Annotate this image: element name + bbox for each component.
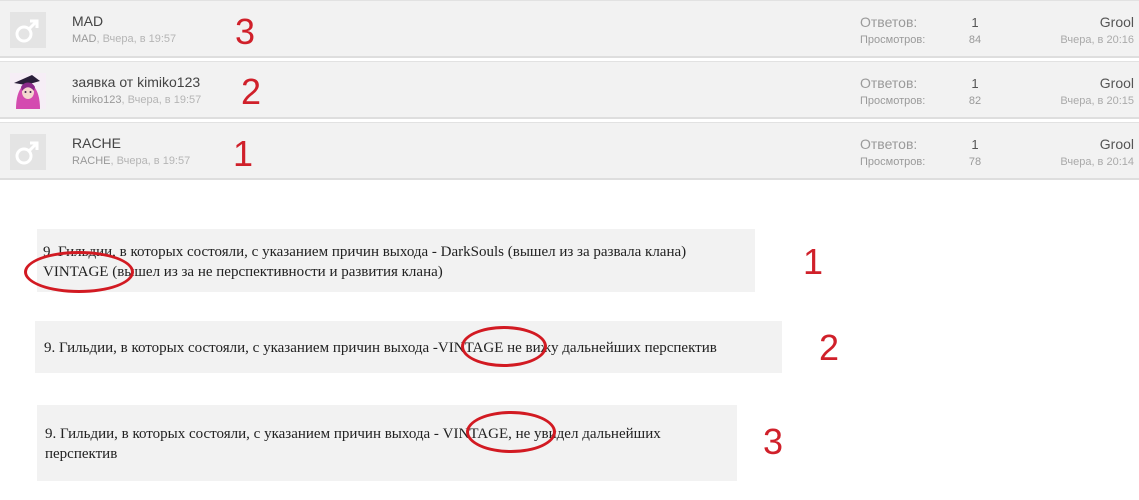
thread-meta: kimiko123, Вчера, в 19:57 — [72, 94, 201, 106]
views-count: 82 — [968, 95, 982, 107]
thread-time: , Вчера, в 19:57 — [110, 155, 191, 167]
thread-meta: RACHE, Вчера, в 19:57 — [72, 155, 190, 167]
thread-time: , Вчера, в 19:57 — [96, 33, 177, 45]
last-post-time[interactable]: Вчера, в 20:14 — [1060, 156, 1134, 168]
last-post-user[interactable]: Grool — [1100, 75, 1134, 91]
replies-count: 1 — [971, 137, 979, 152]
thread-row[interactable]: RACHE RACHE, Вчера, в 19:57 Ответов: Про… — [0, 122, 1139, 180]
replies-label: Ответов: — [860, 14, 918, 30]
annotation-number: 2 — [819, 327, 840, 368]
excerpt-line: 9. Гильдии, в которых состояли, с указан… — [44, 340, 717, 356]
excerpt-box: 9. Гильдии, в которых состояли, с указан… — [35, 321, 782, 373]
thread-time: , Вчера, в 19:57 — [121, 94, 202, 106]
excerpt-line: 9. Гильдии, в которых состояли, с указан… — [43, 244, 687, 260]
thread-title[interactable]: заявка от kimiko123 — [72, 74, 200, 90]
annotation-number: 3 — [763, 421, 784, 462]
annotation-number: 2 — [241, 71, 262, 112]
male-symbol-icon[interactable] — [10, 12, 46, 48]
highlight-ellipse — [461, 326, 547, 367]
thread-row[interactable]: заявка от kimiko123 kimiko123, Вчера, в … — [0, 61, 1139, 119]
last-post-time[interactable]: Вчера, в 20:16 — [1060, 34, 1134, 46]
replies-label: Ответов: — [860, 136, 918, 152]
views-label: Просмотров: — [860, 95, 926, 107]
excerpt-line: перспектив — [45, 446, 118, 462]
anime-girl-avatar[interactable] — [10, 73, 46, 109]
views-label: Просмотров: — [860, 34, 926, 46]
excerpt-line: VINTAGE (вышел из за не перспективности … — [43, 264, 443, 280]
thread-meta: MAD, Вчера, в 19:57 — [72, 33, 176, 45]
thread-author[interactable]: RACHE — [72, 155, 111, 167]
views-count: 84 — [968, 34, 982, 46]
excerpt-box: 9. Гильдии, в которых состояли, с указан… — [37, 405, 737, 481]
thread-row[interactable]: MAD MAD, Вчера, в 19:57 Ответов: Просмот… — [0, 0, 1139, 58]
highlight-ellipse — [466, 411, 556, 453]
excerpt-line: 9. Гильдии, в которых состояли, с указан… — [45, 426, 661, 442]
thread-title[interactable]: RACHE — [72, 135, 121, 151]
annotation-number: 1 — [233, 133, 254, 174]
last-post-user[interactable]: Grool — [1100, 136, 1134, 152]
annotation-number: 3 — [235, 11, 256, 52]
excerpt-box: 9. Гильдии, в которых состояли, с указан… — [37, 229, 755, 292]
male-symbol-icon[interactable] — [10, 134, 46, 170]
replies-label: Ответов: — [860, 75, 918, 91]
views-label: Просмотров: — [860, 156, 926, 168]
replies-count: 1 — [971, 76, 979, 91]
annotation-number: 1 — [803, 241, 824, 282]
thread-author[interactable]: kimiko123 — [72, 94, 122, 106]
replies-count: 1 — [971, 15, 979, 30]
highlight-ellipse — [24, 251, 134, 293]
thread-title[interactable]: MAD — [72, 13, 103, 29]
thread-author[interactable]: MAD — [72, 33, 96, 45]
views-count: 78 — [968, 156, 982, 168]
last-post-user[interactable]: Grool — [1100, 14, 1134, 30]
last-post-time[interactable]: Вчера, в 20:15 — [1060, 95, 1134, 107]
